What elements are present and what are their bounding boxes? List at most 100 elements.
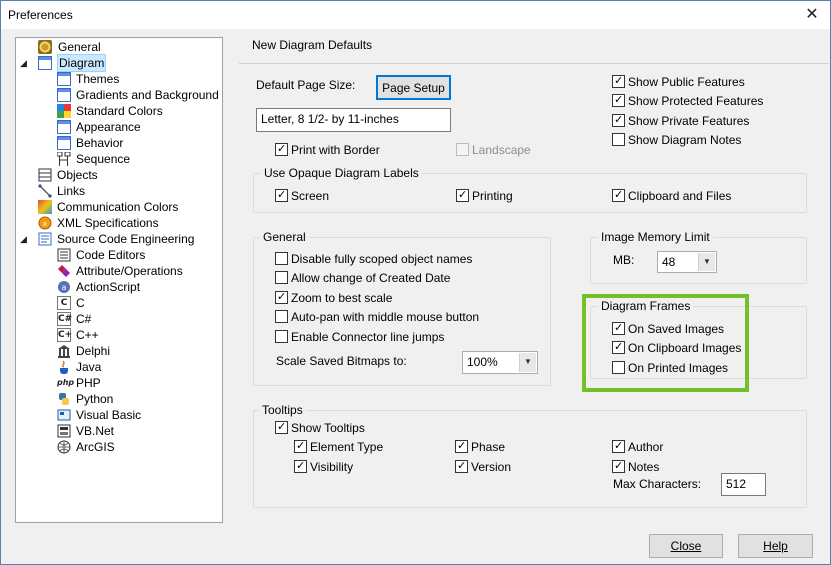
checkbox-label: Print with Border [291, 143, 380, 157]
scale-bitmaps-value: 100% [467, 355, 498, 369]
memory-mb-dropdown[interactable]: 48 ▼ [657, 251, 717, 273]
svg-text:x: x [43, 220, 47, 228]
scale-bitmaps-dropdown[interactable]: 100% ▼ [462, 351, 538, 374]
checkbox-box [612, 74, 625, 88]
tree-item-sequence[interactable]: Sequence [56, 151, 217, 167]
tooltip-version-checkbox[interactable]: Version [455, 458, 535, 474]
checkbox-label: Printing [472, 189, 513, 203]
checkbox-box [275, 330, 288, 343]
zoom-best-scale-checkbox[interactable]: Zoom to best scale [275, 289, 465, 305]
checkbox-label: Show Protected Features [628, 94, 764, 108]
tree-item-cpp[interactable]: C+ C++ [57, 327, 217, 343]
tree-item-diagram[interactable]: ◢ Diagram [20, 54, 218, 72]
tree-item-arcgis[interactable]: ArcGIS [57, 439, 217, 455]
collapse-arrow-icon[interactable]: ◢ [20, 234, 30, 244]
auto-pan-checkbox[interactable]: Auto-pan with middle mouse button [275, 308, 479, 324]
opaque-printing-checkbox[interactable]: Printing [456, 187, 526, 203]
page-setup-button[interactable]: Page Setup [376, 75, 451, 100]
landscape-checkbox: Landscape [456, 141, 536, 157]
tree-item-vbnet[interactable]: VB.Net [57, 423, 217, 439]
tree-item-themes[interactable]: Themes [57, 71, 217, 87]
disable-scoped-names-checkbox[interactable]: Disable fully scoped object names [275, 250, 472, 266]
tree-item-label: Standard Colors [76, 104, 163, 118]
code-editors-icon [57, 248, 71, 262]
arcgis-icon [57, 440, 71, 454]
checkbox-box [612, 188, 625, 202]
tree-item-links[interactable]: Links [38, 183, 218, 199]
chevron-down-icon: ▼ [519, 353, 536, 372]
tree-item-label: VB.Net [76, 424, 115, 438]
tree-item-general[interactable]: General [38, 39, 218, 55]
collapse-arrow-icon[interactable]: ◢ [20, 58, 30, 68]
checkbox-box [294, 439, 307, 453]
show-public-features-checkbox[interactable]: Show Public Features [612, 73, 772, 89]
scale-bitmaps-label: Scale Saved Bitmaps to: [276, 354, 407, 368]
tree-item-source-code-engineering[interactable]: ◢ Source Code Engineering [20, 231, 218, 247]
cpp-language-icon: C+ [57, 328, 73, 342]
show-protected-features-checkbox[interactable]: Show Protected Features [612, 92, 772, 108]
tree-item-attribute-operations[interactable]: Attribute/Operations [57, 263, 217, 279]
tree-item-csharp[interactable]: C# C# [57, 311, 217, 327]
print-with-border-checkbox[interactable]: Print with Border [275, 141, 385, 157]
tree-item-standard-colors[interactable]: Standard Colors [57, 103, 217, 119]
tree-item-c[interactable]: C C [57, 295, 217, 311]
tree-item-xml-specifications[interactable]: x XML Specifications [38, 215, 218, 231]
tree-item-label: C# [76, 312, 92, 326]
objects-icon [38, 168, 52, 182]
page-size-field[interactable]: Letter, 8 1/2- by 11-inches [256, 108, 451, 132]
visual-basic-icon [57, 408, 71, 422]
tooltip-author-checkbox[interactable]: Author [612, 438, 692, 454]
tree-item-python[interactable]: Python [57, 391, 217, 407]
checkbox-box [275, 252, 288, 265]
actionscript-icon: a [57, 280, 71, 294]
show-diagram-notes-checkbox[interactable]: Show Diagram Notes [612, 131, 772, 147]
heading-divider [239, 63, 829, 64]
tree-item-label: Sequence [76, 152, 131, 166]
opaque-screen-checkbox[interactable]: Screen [275, 187, 345, 203]
close-button[interactable]: Close [649, 534, 723, 558]
tooltip-visibility-checkbox[interactable]: Visibility [294, 458, 394, 474]
help-button[interactable]: Help [738, 534, 813, 558]
tree-item-php[interactable]: php PHP [57, 375, 217, 391]
show-tooltips-checkbox[interactable]: Show Tooltips [275, 419, 375, 435]
opaque-clipboard-checkbox[interactable]: Clipboard and Files [612, 187, 732, 203]
tooltip-notes-checkbox[interactable]: Notes [612, 458, 692, 474]
tooltip-element-type-checkbox[interactable]: Element Type [294, 438, 394, 454]
show-private-features-checkbox[interactable]: Show Private Features [612, 112, 772, 128]
attribute-operations-icon [57, 264, 71, 278]
preferences-tree[interactable]: General ◢ Diagram Themes Gradients and B… [15, 37, 223, 523]
tree-item-communication-colors[interactable]: Communication Colors [38, 199, 218, 215]
tree-item-code-editors[interactable]: Code Editors [57, 247, 217, 263]
checkbox-label: Zoom to best scale [291, 291, 393, 305]
tree-item-delphi[interactable]: Delphi [57, 343, 217, 359]
checkbox-box [294, 459, 307, 473]
checkbox-box [275, 290, 288, 304]
tree-item-behavior[interactable]: Behavior [57, 135, 217, 151]
diagram-page-icon [38, 56, 52, 70]
tree-item-java[interactable]: Java [57, 359, 217, 375]
tree-item-appearance[interactable]: Appearance [57, 119, 217, 135]
checkbox-label: Notes [628, 460, 660, 474]
tree-item-label: Python [76, 392, 114, 406]
tree-item-gradients[interactable]: Gradients and Background [57, 87, 219, 103]
tree-item-visual-basic[interactable]: Visual Basic [57, 407, 217, 423]
checkbox-box [455, 459, 468, 473]
tree-item-label: ArcGIS [76, 440, 115, 454]
close-button-label: Close [670, 539, 702, 553]
connector-line-jumps-checkbox[interactable]: Enable Connector line jumps [275, 328, 465, 344]
allow-change-created-date-checkbox[interactable]: Allow change of Created Date [275, 269, 465, 285]
checkbox-box [456, 143, 469, 156]
close-icon[interactable]: ✕ [802, 5, 822, 25]
tree-item-objects[interactable]: Objects [38, 167, 218, 183]
checkbox-box [612, 113, 625, 127]
tooltip-phase-checkbox[interactable]: Phase [455, 438, 535, 454]
tree-item-actionscript[interactable]: a ActionScript [57, 279, 217, 295]
xml-icon: x [38, 216, 52, 230]
delphi-icon [57, 344, 71, 358]
checkbox-label: Clipboard and Files [628, 189, 732, 203]
php-icon: php [57, 378, 75, 387]
max-characters-field[interactable]: 512 [721, 473, 766, 496]
tree-item-label: Gradients and Background [76, 88, 219, 102]
checkbox-box [455, 439, 468, 453]
vbnet-icon [57, 424, 71, 438]
